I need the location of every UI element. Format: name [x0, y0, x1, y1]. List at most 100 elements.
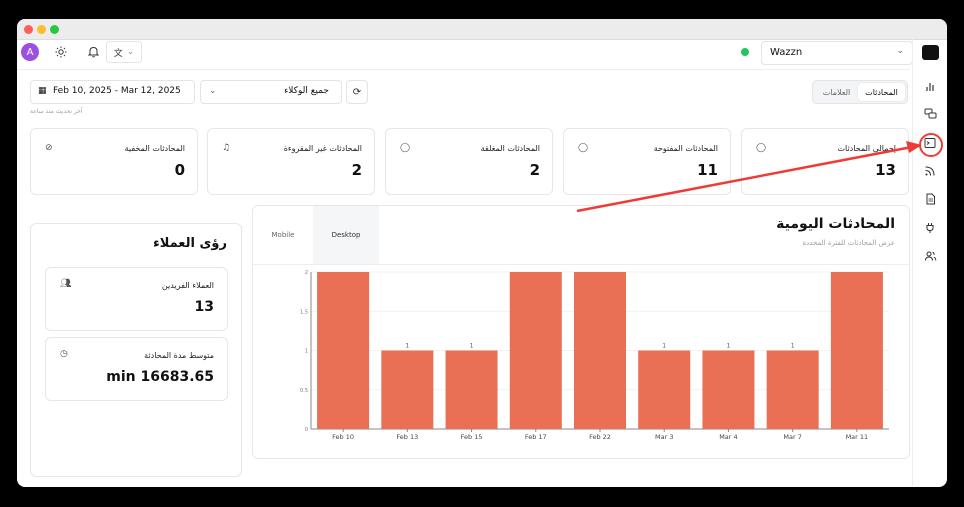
- agents-value: جميع الوكلاء: [284, 86, 329, 96]
- sidebar-item-conversations[interactable]: [921, 105, 939, 123]
- stat-value: 11: [697, 161, 718, 179]
- bar: [766, 350, 819, 429]
- users-icon: 👥︎: [60, 279, 72, 289]
- maximize-window-button[interactable]: [50, 25, 59, 34]
- chart-subtitle: عرض المحادثات للفترة المحددة: [802, 239, 895, 247]
- view-tabs: العلامات المحادثات: [812, 80, 908, 104]
- minimize-window-button[interactable]: [37, 25, 46, 34]
- sidebar-item-team[interactable]: [921, 247, 939, 265]
- main-content: ▦ Feb 10, 2025 - Mar 12, 2025 ⌄ جميع الو…: [17, 70, 910, 487]
- stat-title: إجمالي المحادثات: [837, 144, 896, 153]
- stat-value: 0: [174, 161, 185, 179]
- online-status-dot: [741, 48, 749, 56]
- data-label: 1: [791, 343, 795, 350]
- customer-insights-card: رؤى العملاء 👥︎ العملاء الفريدين 13 ◷ متو…: [30, 223, 242, 477]
- y-tick-label: 2: [305, 270, 308, 276]
- tab-conversations[interactable]: المحادثات: [858, 83, 905, 101]
- avg-duration-label: متوسط مدة المحادثة: [144, 351, 214, 360]
- bar: [573, 272, 627, 429]
- chat-icon: ◯: [756, 143, 767, 153]
- stat-card-open: ◯ المحادثات المفتوحة 11: [563, 128, 731, 195]
- stat-value: 2: [529, 161, 540, 179]
- bell-icon: ♫: [222, 143, 231, 153]
- y-tick-label: 0.5: [300, 388, 308, 394]
- x-tick-label: Feb 15: [461, 433, 483, 441]
- rss-icon: [925, 166, 935, 176]
- chart-title: المحادثات اليومية: [776, 216, 895, 232]
- unique-customers-card: 👥︎ العملاء الفريدين 13: [45, 267, 228, 331]
- daily-conversations-card: Mobile Desktop المحادثات اليومية عرض الم…: [252, 205, 910, 459]
- close-window-button[interactable]: [24, 25, 33, 34]
- stat-card-total: ◯ إجمالي المحادثات 13: [741, 128, 909, 195]
- stat-value: 13: [875, 161, 896, 179]
- refresh-button[interactable]: ⟳: [346, 80, 368, 104]
- x-tick-label: Feb 10: [332, 433, 354, 441]
- stat-value: 2: [351, 161, 362, 179]
- chat-icon: ◯: [400, 143, 411, 153]
- calendar-icon: ▦: [38, 86, 47, 96]
- sidebar-item-documents[interactable]: [921, 190, 939, 208]
- stat-title: المحادثات المفتوحة: [653, 144, 718, 153]
- plug-icon: [926, 223, 934, 233]
- unique-customers-value: 13: [194, 299, 214, 315]
- bar: [638, 350, 691, 429]
- x-tick-label: Mar 11: [846, 433, 869, 441]
- stat-card-closed: ◯ المحادثات المغلقة 2: [385, 128, 553, 195]
- stat-title: المحادثات المغلقة: [480, 144, 540, 153]
- sidebar: [912, 39, 947, 487]
- y-tick-label: 1: [305, 349, 308, 355]
- translate-icon: 文: [113, 48, 123, 59]
- date-range-picker[interactable]: ▦ Feb 10, 2025 - Mar 12, 2025: [30, 80, 195, 104]
- chevron-down-icon: ⌄: [896, 46, 904, 56]
- bar: [830, 272, 883, 429]
- sidebar-item-feed[interactable]: [921, 162, 939, 180]
- app-window: A 文 ⌄ Wazzn ⌄ ▦ Feb 10, 2025 - Mar 12, 2…: [17, 19, 947, 487]
- app-logo-icon[interactable]: [922, 45, 939, 60]
- stat-card-hidden: ⊘ المحادثات المخفية 0: [30, 128, 198, 195]
- last-updated-text: آخر تحديث منذ ساعة: [30, 108, 83, 115]
- tab-labels[interactable]: العلامات: [815, 83, 858, 101]
- chevron-down-icon: ⌄: [126, 47, 135, 57]
- avg-duration-value: min 16683.65: [106, 369, 214, 385]
- sidebar-item-integrations[interactable]: [921, 219, 939, 237]
- workspace-name: Wazzn: [770, 47, 803, 58]
- bell-icon[interactable]: [85, 44, 101, 60]
- refresh-icon: ⟳: [352, 86, 362, 98]
- highlight-circle: [919, 133, 943, 157]
- x-tick-label: Mar 4: [719, 433, 737, 441]
- eye-off-icon: ⊘: [45, 143, 53, 153]
- title-bar: [17, 19, 947, 40]
- sidebar-item-analytics[interactable]: [921, 77, 939, 95]
- x-tick-label: Mar 7: [783, 433, 801, 441]
- users-icon: [924, 251, 936, 261]
- tab-desktop[interactable]: Desktop: [313, 206, 379, 264]
- workspace-select[interactable]: Wazzn ⌄: [761, 41, 913, 65]
- clock-icon: ◷: [60, 349, 68, 359]
- stat-title: المحادثات المخفية: [124, 144, 185, 153]
- stat-title: المحادثات غير المقروءة: [283, 144, 362, 153]
- x-tick-label: Mar 3: [655, 433, 673, 441]
- insights-title: رؤى العملاء: [153, 236, 227, 251]
- avg-duration-card: ◷ متوسط مدة المحادثة min 16683.65: [45, 337, 228, 401]
- y-tick-label: 1.5: [300, 309, 308, 315]
- bar: [317, 272, 370, 429]
- chevron-down-icon: ⌄: [209, 86, 217, 96]
- top-bar: A 文 ⌄ Wazzn ⌄: [17, 39, 913, 70]
- bar: [445, 350, 498, 429]
- daily-conversations-chart: 0 0.5 1 1.5 2 Feb 10 Feb 13 1 Feb 15 1 Feb 17 Feb 2…: [300, 270, 889, 441]
- bar: [381, 350, 434, 429]
- tab-mobile[interactable]: Mobile: [253, 206, 313, 264]
- data-label: 1: [662, 343, 666, 350]
- avatar-letter: A: [26, 46, 34, 58]
- document-icon: [926, 193, 935, 205]
- stat-card-unread: ♫ المحادثات غير المقروءة 2: [207, 128, 375, 195]
- agents-select[interactable]: ⌄ جميع الوكلاء: [200, 80, 342, 104]
- data-label: 1: [470, 343, 474, 350]
- bar: [509, 272, 562, 429]
- sun-icon[interactable]: [53, 44, 69, 60]
- data-label: 1: [405, 343, 409, 350]
- avatar[interactable]: A: [21, 43, 39, 61]
- language-selector[interactable]: 文 ⌄: [106, 41, 142, 63]
- x-tick-label: Feb 13: [396, 433, 418, 441]
- x-tick-label: Feb 22: [589, 433, 611, 441]
